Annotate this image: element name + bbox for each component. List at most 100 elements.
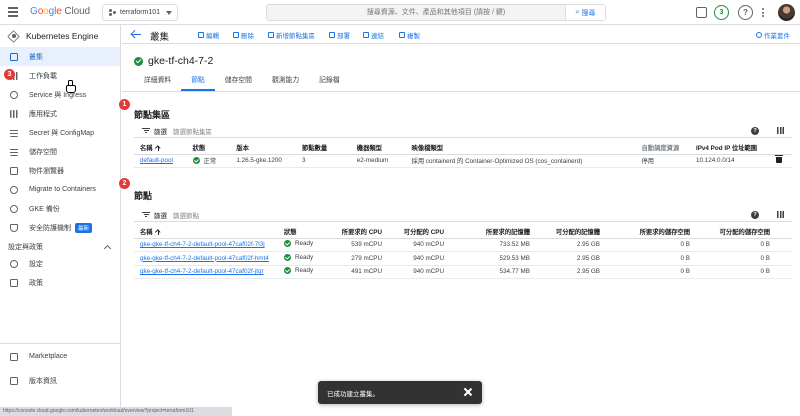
search-button[interactable]: ⌕ 搜尋 xyxy=(565,5,605,20)
status-cell: Ready xyxy=(284,267,313,275)
column-header xyxy=(770,141,792,155)
sidebar-item-migrate[interactable]: Migrate to Containers xyxy=(0,180,120,199)
help-icon[interactable]: ? xyxy=(738,5,753,20)
policy-icon xyxy=(10,278,18,287)
project-selector[interactable]: terraform101 xyxy=(102,4,178,21)
column-header: 自動調度資源 xyxy=(635,141,690,155)
sidebar-section-config[interactable]: 設定與政策 xyxy=(0,239,120,254)
node-pools-table: 名稱 狀態 版本 節點數量 機器類型 映像檔類型 自動調度資源 IPv4 Pod… xyxy=(134,141,792,168)
delete-button[interactable]: 刪除 xyxy=(233,30,254,40)
table-row: gke-gke-tf-ch4-7-2-default-pool-47caf02f… xyxy=(134,238,792,252)
sidebar-item-applications[interactable]: 應用程式 xyxy=(0,104,120,123)
tab-observability[interactable]: 觀測能力 xyxy=(262,75,309,91)
node-link[interactable]: gke-gke-tf-ch4-7-2-default-pool-47caf02f… xyxy=(140,268,264,275)
nodes-filter-input[interactable]: 篩選節點 xyxy=(173,210,751,220)
cluster-tabs: 詳細資料 節點 儲存空間 觀測能力 記錄檔 xyxy=(134,75,350,91)
sort-arrow-icon xyxy=(156,145,161,152)
toast-message: 已成功建立叢集。 xyxy=(327,390,379,398)
edit-button[interactable]: 編輯 xyxy=(198,30,219,40)
sidebar-item-release-notes[interactable]: 版本資訊 xyxy=(0,371,120,390)
column-header: 機器類型 xyxy=(350,141,406,155)
node-pools-filter: 篩選 篩選節點集區 ? xyxy=(134,124,792,138)
sidebar-item-marketplace[interactable]: Marketplace xyxy=(0,347,120,366)
copy-icon xyxy=(399,32,405,38)
step-badge-3: 3 xyxy=(4,69,15,80)
sidebar-item-settings[interactable]: 設定 xyxy=(0,254,120,273)
sidebar-item-clusters[interactable]: 叢集 xyxy=(0,47,120,66)
marketplace-icon xyxy=(10,352,18,361)
tab-nodes[interactable]: 節點 xyxy=(181,75,215,91)
sidebar-item-object-browser[interactable]: 物件瀏覽器 xyxy=(0,161,120,180)
connect-button[interactable]: 連結 xyxy=(363,30,384,40)
deploy-icon xyxy=(329,32,335,38)
secret-icon xyxy=(10,128,18,137)
google-cloud-logo[interactable]: Google Cloud xyxy=(30,6,90,17)
node-pools-filter-input[interactable]: 篩選節點集區 xyxy=(173,126,751,136)
check-circle-icon xyxy=(284,253,291,261)
network-icon xyxy=(10,90,18,99)
sidebar-item-security[interactable]: 安全防護機制 最新 xyxy=(0,218,120,237)
product-header: Kubernetes Engine xyxy=(0,25,120,47)
connect-icon xyxy=(363,32,369,38)
object-browser-icon xyxy=(10,166,18,175)
column-header: 映像檔類型 xyxy=(405,141,636,155)
tab-details[interactable]: 詳細資料 xyxy=(134,75,181,91)
check-circle-icon xyxy=(192,156,200,164)
column-header: 狀態 xyxy=(278,225,332,239)
menu-icon[interactable] xyxy=(8,7,18,17)
back-arrow-icon[interactable] xyxy=(131,30,141,39)
tabs-divider xyxy=(122,91,800,92)
column-display-icon[interactable] xyxy=(777,211,784,218)
nodes-title: 節點 xyxy=(134,191,153,201)
duplicate-button[interactable]: 複製 xyxy=(399,30,420,40)
column-header[interactable]: 名稱 xyxy=(134,225,278,239)
check-circle-icon xyxy=(134,56,143,66)
sidebar-item-storage[interactable]: 儲存空間 xyxy=(0,142,120,161)
more-vert-icon[interactable] xyxy=(760,5,766,20)
settings-icon xyxy=(10,259,18,268)
search-input[interactable] xyxy=(267,5,605,20)
column-header: 所要求的 CPU xyxy=(332,225,388,239)
sidebar-item-secrets[interactable]: Secret 與 ConfigMap xyxy=(0,123,120,142)
cluster-icon xyxy=(10,52,18,61)
column-display-icon[interactable] xyxy=(777,127,784,134)
sidebar-item-policy[interactable]: 政策 xyxy=(0,273,120,292)
close-icon[interactable] xyxy=(463,387,473,397)
sidebar-item-backup[interactable]: GKE 備份 xyxy=(0,199,120,218)
nodes-table: 名稱 狀態 所要求的 CPU 可分配的 CPU 所要求的記憶體 可分配的記憶體 … xyxy=(134,225,792,279)
sidebar: Kubernetes Engine 叢集 工作負載 Service 與 Ingr… xyxy=(0,25,121,416)
add-node-pool-button[interactable]: 新增節點集區 xyxy=(268,30,315,40)
operations-suite-button[interactable]: 作業套件 xyxy=(756,30,790,40)
search-bar: ⌕ 搜尋 xyxy=(266,4,606,21)
tab-storage[interactable]: 儲存空間 xyxy=(215,75,262,91)
backup-icon xyxy=(10,204,18,213)
avatar[interactable] xyxy=(778,4,795,21)
snackbar-toast: 已成功建立叢集。 xyxy=(318,381,482,404)
migrate-icon xyxy=(10,185,18,194)
step-badge-1: 1 xyxy=(119,99,130,110)
node-link[interactable]: gke-gke-tf-ch4-7-2-default-pool-47caf02f… xyxy=(140,241,265,248)
sidebar-item-services[interactable]: Service 與 Ingress xyxy=(0,85,120,104)
cloud-shell-icon[interactable] xyxy=(696,7,707,18)
sort-arrow-icon xyxy=(156,229,161,236)
help-icon[interactable]: ? xyxy=(751,210,759,219)
deploy-button[interactable]: 部署 xyxy=(329,30,350,40)
main-content: 叢集 編輯 刪除 新增節點集區 部署 連結 複製 作業套件 gke-tf-ch4… xyxy=(119,25,800,416)
release-notes-icon xyxy=(10,376,18,385)
operations-icon xyxy=(756,32,762,38)
help-icon[interactable]: ? xyxy=(751,126,759,135)
tab-logs[interactable]: 記錄檔 xyxy=(309,75,349,91)
filter-icon xyxy=(142,211,150,218)
step-badge-2: 2 xyxy=(119,178,130,189)
kubernetes-icon xyxy=(8,31,19,42)
column-header: 可分配的儲存空間 xyxy=(696,225,776,239)
node-link[interactable]: gke-gke-tf-ch4-7-2-default-pool-47caf02f… xyxy=(140,255,269,262)
notifications-badge[interactable]: 3 xyxy=(714,5,729,20)
project-icon xyxy=(109,9,116,16)
top-bar: Google Cloud terraform101 ⌕ 搜尋 3 ? xyxy=(0,0,800,25)
node-pool-link[interactable]: default-pool xyxy=(140,157,173,164)
delete-icon[interactable] xyxy=(775,154,782,163)
column-header[interactable]: 名稱 xyxy=(134,141,187,155)
sidebar-item-workloads[interactable]: 工作負載 xyxy=(0,66,120,85)
column-header: 版本 xyxy=(230,141,297,155)
